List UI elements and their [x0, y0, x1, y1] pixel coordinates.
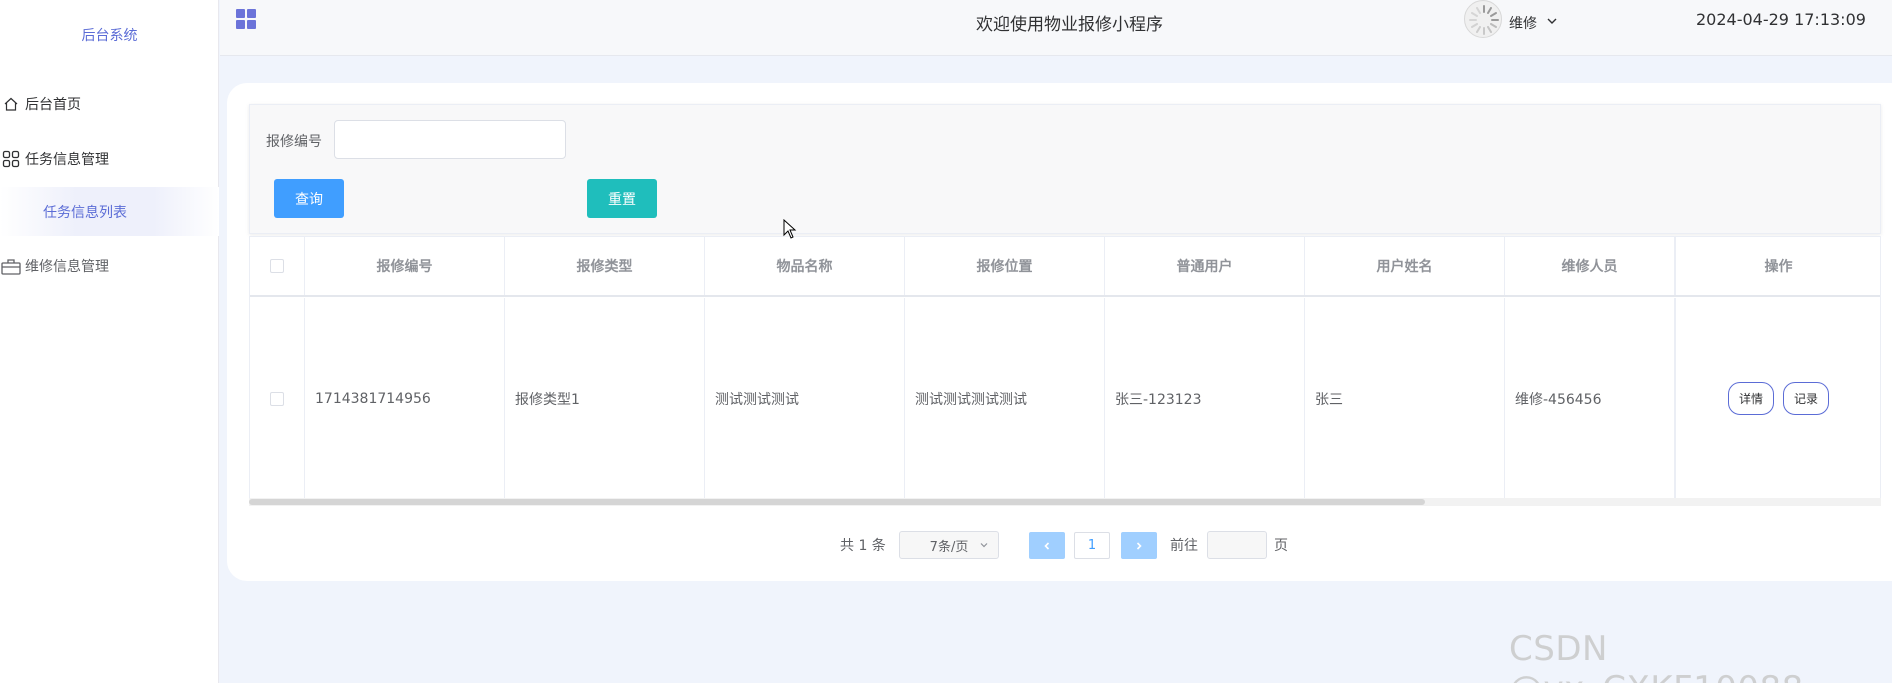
page-suffix-label: 页: [1274, 538, 1288, 554]
cell-actions: 详情 记录: [1675, 298, 1880, 499]
query-button[interactable]: 查询: [274, 179, 344, 218]
cell-item-name: 测试测试测试: [705, 298, 905, 499]
avatar[interactable]: [1464, 0, 1502, 38]
scrollbar-thumb[interactable]: [249, 499, 1425, 505]
page-size-value: 7条/页: [929, 539, 969, 555]
chevron-down-icon: [978, 539, 990, 551]
horizontal-scrollbar[interactable]: [249, 498, 1881, 506]
chevron-left-icon: [1044, 541, 1050, 550]
repair-no-input[interactable]: [334, 120, 566, 159]
cell-worker: 维修-456456: [1505, 298, 1675, 499]
mouse-cursor-icon: [783, 218, 797, 239]
cell-user-name: 张三: [1305, 298, 1505, 499]
header-checkbox-cell: [250, 237, 305, 295]
sidebar-item-home[interactable]: 后台首页: [0, 84, 219, 124]
cell-user: 张三-123123: [1105, 298, 1305, 499]
row-checkbox[interactable]: [270, 391, 284, 406]
apps-menu-icon[interactable]: [235, 8, 257, 30]
cell-location: 测试测试测试测试: [905, 298, 1105, 499]
top-header: 欢迎使用物业报修小程序 维修 2024-04-29 17:13:09: [220, 0, 1892, 56]
sidebar-item-task-management[interactable]: 任务信息管理: [0, 139, 219, 179]
column-header[interactable]: 用户姓名: [1305, 237, 1505, 295]
watermark: CSDN @vx_CXKF10088: [1509, 629, 1803, 683]
table-row[interactable]: 1714381714956 报修类型1 测试测试测试 测试测试测试测试 张三-1…: [250, 298, 1880, 499]
detail-button[interactable]: 详情: [1728, 382, 1774, 415]
repair-icon: [1, 256, 21, 276]
column-header[interactable]: 报修位置: [905, 237, 1105, 295]
sidebar-item-repair-management[interactable]: 维修信息管理: [0, 246, 219, 286]
sidebar-item-label: 后台首页: [25, 97, 81, 113]
cell-repair-no: 1714381714956: [305, 298, 505, 499]
goto-page-input[interactable]: [1207, 531, 1267, 559]
page-title: 欢迎使用物业报修小程序: [976, 15, 1163, 35]
column-header: 操作: [1675, 237, 1880, 295]
sidebar-title: 后台系统: [81, 28, 138, 44]
column-header[interactable]: 维修人员: [1505, 237, 1675, 295]
table-header-row: 报修编号 报修类型 物品名称 报修位置 普通用户 用户姓名 维修人员 操作: [250, 237, 1880, 297]
chevron-down-icon[interactable]: [1545, 14, 1559, 28]
column-header[interactable]: 报修编号: [305, 237, 505, 295]
task-table: 报修编号 报修类型 物品名称 报修位置 普通用户 用户姓名 维修人员 操作 17…: [249, 236, 1881, 500]
chevron-right-icon: [1136, 541, 1142, 550]
record-button[interactable]: 记录: [1783, 382, 1829, 415]
prev-page-button[interactable]: [1029, 532, 1065, 559]
sidebar-item-label: 维修信息管理: [25, 259, 109, 275]
select-all-checkbox[interactable]: [270, 259, 284, 273]
search-panel: 报修编号 查询 重置: [249, 104, 1881, 234]
column-header[interactable]: 物品名称: [705, 237, 905, 295]
sidebar-subitem-task-list[interactable]: 任务信息列表: [0, 187, 219, 236]
grid-icon: [1, 149, 21, 169]
repair-no-label: 报修编号: [266, 134, 322, 150]
current-datetime: 2024-04-29 17:13:09: [1696, 10, 1866, 29]
sidebar-item-label: 任务信息管理: [25, 152, 109, 168]
user-name[interactable]: 维修: [1509, 13, 1537, 33]
column-header[interactable]: 报修类型: [505, 237, 705, 295]
cell-repair-type: 报修类型1: [505, 298, 705, 499]
row-checkbox-cell: [250, 298, 305, 499]
pagination-total: 共 1 条: [840, 538, 886, 554]
goto-label: 前往: [1170, 538, 1198, 554]
reset-button[interactable]: 重置: [587, 179, 657, 218]
home-icon: [1, 94, 21, 114]
page-number-1[interactable]: 1: [1074, 532, 1110, 559]
page-size-select[interactable]: 7条/页: [899, 531, 999, 559]
sidebar: 后台系统 后台首页 任务信息管理 任务信息列表 维修信息管理: [0, 0, 219, 683]
column-header[interactable]: 普通用户: [1105, 237, 1305, 295]
next-page-button[interactable]: [1121, 532, 1157, 559]
